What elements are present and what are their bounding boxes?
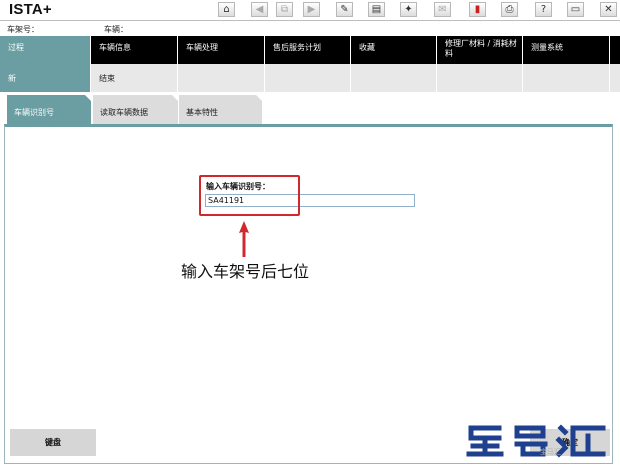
nav-favorites[interactable]: 收藏 bbox=[351, 36, 437, 64]
home-icon[interactable]: ⌂ bbox=[218, 2, 235, 17]
subnav-end[interactable]: 结束 bbox=[91, 64, 178, 92]
subnav-empty-5 bbox=[523, 64, 610, 92]
tab-bar: 车辆识别号 读取车辆数据 基本特性 bbox=[0, 92, 620, 124]
tab-basic-features[interactable]: 基本特性 bbox=[179, 95, 262, 124]
help-icon[interactable]: ? bbox=[535, 2, 552, 17]
nav-workshop-materials[interactable]: 修理厂材料 / 消耗材料 bbox=[437, 36, 523, 64]
title-bar: ISTA+ ⌂ ◀ ⧉ ▶ ✎ ▤ ✦ ✉ ▮ ⎙ ? ▭ ✕ bbox=[0, 0, 620, 20]
chart-icon[interactable]: ▤ bbox=[368, 2, 385, 17]
nav-process[interactable]: 过程 bbox=[0, 36, 91, 64]
vehicle-label: 车辆： bbox=[104, 25, 128, 34]
wrench-icon[interactable]: ✎ bbox=[336, 2, 353, 17]
subnav-empty-4 bbox=[437, 64, 523, 92]
mail-icon[interactable]: ✉ bbox=[434, 2, 451, 17]
annotation-arrow-icon bbox=[239, 221, 249, 257]
tab-read-vehicle-data[interactable]: 读取车辆数据 bbox=[93, 95, 178, 124]
copy-icon[interactable]: ⧉ bbox=[276, 2, 293, 17]
nav-vehicle-processing[interactable]: 车辆处理 bbox=[178, 36, 265, 64]
main-nav: 过程 车辆信息 车辆处理 售后服务计划 收藏 修理厂材料 / 消耗材料 测量系统 bbox=[0, 36, 620, 64]
vehicle-info-row: 车架号： 车辆： bbox=[0, 21, 620, 36]
subnav-empty-1 bbox=[178, 64, 265, 92]
tab-vin[interactable]: 车辆识别号 bbox=[7, 95, 91, 124]
nav-vehicle-info[interactable]: 车辆信息 bbox=[91, 36, 178, 64]
keyboard-button[interactable]: 键盘 bbox=[10, 429, 96, 456]
chassis-number-label: 车架号： bbox=[7, 25, 39, 34]
subnav-empty-2 bbox=[265, 64, 351, 92]
minimize-icon[interactable]: ▭ bbox=[567, 2, 584, 17]
nav-measuring-system[interactable]: 测量系统 bbox=[523, 36, 610, 64]
app-title: ISTA+ bbox=[9, 1, 52, 18]
nav-service-plan[interactable]: 售后服务计划 bbox=[265, 36, 351, 64]
annotation-highlight-box bbox=[199, 175, 300, 216]
subnav-empty-3 bbox=[351, 64, 437, 92]
print-icon[interactable]: ⎙ bbox=[501, 2, 518, 17]
content-panel bbox=[4, 124, 613, 464]
sub-nav: 新 结束 bbox=[0, 64, 620, 92]
close-icon[interactable]: ✕ bbox=[600, 2, 617, 17]
watermark-brand: 宝马汇 bbox=[540, 448, 561, 456]
battery-icon[interactable]: ▮ bbox=[469, 2, 486, 17]
annotation-text: 输入车架号后七位 bbox=[181, 262, 310, 281]
tools-icon[interactable]: ✦ bbox=[400, 2, 417, 17]
watermark-logo bbox=[466, 424, 606, 458]
subnav-new[interactable]: 新 bbox=[0, 64, 91, 92]
back-icon[interactable]: ◀ bbox=[251, 2, 268, 17]
forward-icon[interactable]: ▶ bbox=[303, 2, 320, 17]
